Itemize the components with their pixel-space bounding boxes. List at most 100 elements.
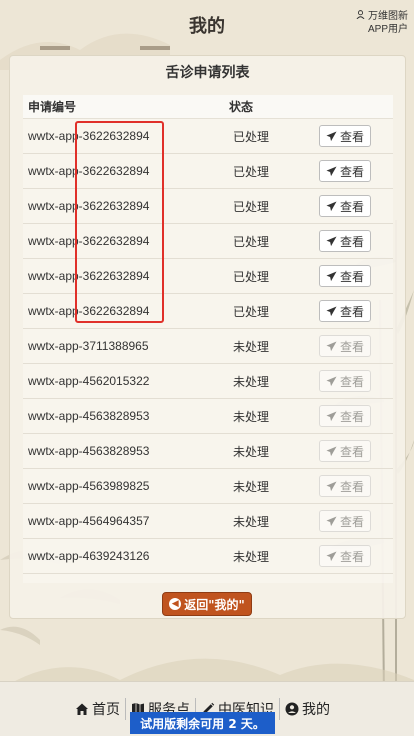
view-button[interactable]: 查看 — [319, 125, 371, 147]
view-button-label: 查看 — [339, 409, 364, 424]
user-type: APP用户 — [367, 24, 408, 35]
action-cell: 查看 — [319, 265, 393, 287]
table-row: wwtx-app-3622632894 已处理 查看 — [23, 189, 393, 224]
view-button-label: 查看 — [339, 444, 364, 459]
action-cell: 查看 — [319, 545, 393, 567]
application-table[interactable]: 申请编号 状态 wwtx-app-3622632894 已处理 查看 wwtx-app… — [23, 95, 393, 583]
action-cell: 查看 — [319, 405, 393, 427]
application-status: 未处理 — [233, 479, 270, 494]
user-circle-icon — [285, 702, 299, 716]
action-cell: 查看 — [319, 160, 393, 182]
nav-item-home[interactable]: 首页 — [72, 697, 123, 721]
action-cell: 查看 — [319, 300, 393, 322]
table-row: wwtx-app-4564964357 未处理 查看 — [23, 504, 393, 539]
view-button-label: 查看 — [339, 549, 364, 564]
nav-label-mine: 我的 — [302, 702, 330, 718]
application-id: wwtx-app-3622632894 — [28, 269, 150, 283]
view-button: 查看 — [319, 370, 371, 392]
action-cell: 查看 — [319, 370, 393, 392]
view-button: 查看 — [319, 405, 371, 427]
application-status: 已处理 — [233, 199, 270, 214]
action-cell: 查看 — [319, 335, 393, 357]
view-button-label: 查看 — [339, 199, 364, 214]
view-button: 查看 — [319, 335, 371, 357]
paper-plane-icon — [326, 445, 337, 456]
paper-plane-icon — [326, 515, 337, 526]
application-id: wwtx-app-3622632894 — [28, 199, 150, 213]
application-id: wwtx-app-4563989825 — [28, 479, 150, 493]
view-button-label: 查看 — [339, 514, 364, 529]
view-button[interactable]: 查看 — [319, 300, 371, 322]
nav-label-home: 首页 — [92, 702, 120, 718]
application-status: 未处理 — [233, 549, 270, 564]
paper-plane-icon — [326, 130, 337, 141]
paper-plane-icon — [326, 305, 337, 316]
application-status: 未处理 — [233, 339, 270, 354]
application-id: wwtx-app-4639243126 — [28, 549, 150, 563]
paper-plane-icon — [326, 235, 337, 246]
nav-divider — [279, 698, 280, 720]
application-id: wwtx-app-3622632894 — [28, 164, 150, 178]
view-button[interactable]: 查看 — [319, 265, 371, 287]
action-cell: 查看 — [319, 195, 393, 217]
view-button[interactable]: 查看 — [319, 195, 371, 217]
application-list-panel: 舌诊申请列表 申请编号 状态 wwtx-app-3622632894 已处理 查看 w… — [9, 55, 406, 619]
back-to-mine-button[interactable]: ◀ 返回"我的" — [162, 592, 252, 616]
paper-plane-icon — [326, 340, 337, 351]
application-status: 未处理 — [233, 409, 270, 424]
paper-plane-icon — [326, 550, 337, 561]
app-header: 我的 万维图新 APP用户 — [0, 0, 414, 46]
table-row: wwtx-app-3622632894 已处理 查看 — [23, 119, 393, 154]
application-status: 未处理 — [233, 444, 270, 459]
application-id: wwtx-app-3622632894 — [28, 234, 150, 248]
paper-plane-icon — [326, 165, 337, 176]
application-id: wwtx-app-4562015322 — [28, 374, 150, 388]
application-id: wwtx-app-3711388965 — [28, 339, 149, 353]
application-id: wwtx-app-3622632894 — [28, 304, 150, 318]
view-button-label: 查看 — [339, 304, 364, 319]
paper-plane-icon — [326, 200, 337, 211]
table-row: wwtx-app-3622632894 已处理 查看 — [23, 294, 393, 329]
view-button[interactable]: 查看 — [319, 230, 371, 252]
view-button-label: 查看 — [339, 374, 364, 389]
table-row: wwtx-app-3711388965 未处理 查看 — [23, 329, 393, 364]
nav-divider — [125, 698, 126, 720]
paper-plane-icon — [326, 410, 337, 421]
view-button: 查看 — [319, 475, 371, 497]
back-button-label: 返回"我的" — [184, 597, 245, 612]
home-icon — [76, 703, 88, 715]
view-button-label: 查看 — [339, 164, 364, 179]
paper-plane-icon — [326, 270, 337, 281]
view-button[interactable]: 查看 — [319, 160, 371, 182]
user-icon — [356, 10, 368, 22]
application-status: 已处理 — [233, 234, 270, 249]
column-header-id: 申请编号 — [28, 100, 77, 114]
table-row: wwtx-app-4639243126 未处理 查看 — [23, 539, 393, 574]
view-button-label: 查看 — [339, 129, 364, 144]
user-name: 万维图新 — [368, 11, 408, 22]
table-row: wwtx-app-3622632894 已处理 查看 — [23, 224, 393, 259]
view-button: 查看 — [319, 510, 371, 532]
user-info[interactable]: 万维图新 APP用户 — [348, 10, 408, 36]
view-button-label: 查看 — [339, 479, 364, 494]
view-button-label: 查看 — [339, 269, 364, 284]
table-row: wwtx-app-3622632894 已处理 查看 — [23, 259, 393, 294]
application-id: wwtx-app-4563828953 — [28, 444, 150, 458]
application-status: 未处理 — [233, 514, 270, 529]
panel-title: 舌诊申请列表 — [165, 65, 250, 81]
table-row: wwtx-app-4562015322 未处理 查看 — [23, 364, 393, 399]
column-header-status: 状态 — [229, 100, 254, 114]
table-header: 申请编号 状态 — [23, 95, 393, 119]
application-id: wwtx-app-3622632894 — [28, 129, 150, 143]
action-cell: 查看 — [319, 440, 393, 462]
application-id: wwtx-app-4564964357 — [28, 514, 150, 528]
action-cell: 查看 — [319, 125, 393, 147]
nav-item-mine[interactable]: 我的 — [282, 697, 333, 721]
application-status: 已处理 — [233, 304, 270, 319]
table-row: wwtx-app-4563828953 未处理 查看 — [23, 399, 393, 434]
application-status: 已处理 — [233, 129, 270, 144]
view-button-label: 查看 — [339, 234, 364, 249]
table-row: wwtx-app-4563989825 未处理 查看 — [23, 469, 393, 504]
action-cell: 查看 — [319, 475, 393, 497]
table-row: wwtx-app-4563828953 未处理 查看 — [23, 434, 393, 469]
